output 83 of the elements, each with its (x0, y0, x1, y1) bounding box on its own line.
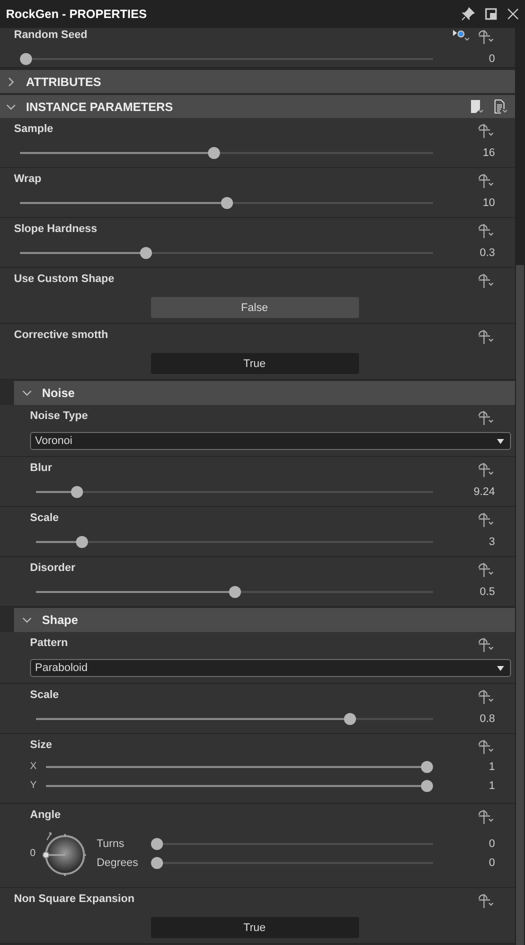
slider-handle[interactable] (344, 713, 356, 725)
pin-icon[interactable] (461, 7, 475, 21)
chevron-icon[interactable] (6, 102, 16, 112)
slider-handle[interactable] (421, 760, 433, 772)
value-label: 10 (482, 197, 495, 209)
close-icon[interactable] (507, 8, 519, 20)
toggle-button[interactable]: True (150, 353, 358, 374)
parameter-label: Size (30, 739, 52, 751)
axis-label: Y (30, 780, 38, 791)
value-label: 0.5 (478, 586, 495, 598)
parameter-label: Slope Hardness (14, 223, 98, 235)
group-header[interactable]: Noise (14, 381, 515, 405)
slider-handle[interactable] (70, 486, 83, 498)
slider-handle[interactable] (76, 536, 88, 548)
dropdown[interactable]: Paraboloid (30, 659, 511, 677)
dropdown-arrow-icon (497, 666, 504, 670)
value-label: 1 (488, 780, 495, 792)
scrollbar-thumb[interactable] (516, 265, 524, 945)
parameter-label: Sample (14, 123, 54, 135)
slider-handle[interactable] (20, 53, 32, 65)
window-title: RockGen - PROPERTIES (6, 7, 148, 21)
parameter-label: Random Seed (14, 29, 88, 41)
field-label: Degrees (96, 856, 140, 868)
parameter-label: Angle (30, 809, 61, 821)
parameter-label: Noise Type (30, 410, 88, 422)
value-label: 0.3 (478, 247, 495, 259)
value-label: 1 (488, 760, 495, 772)
parameter-label: Pattern (30, 637, 68, 649)
value-label: 0 (488, 838, 495, 850)
parameter-label: Corrective smotth (14, 329, 108, 341)
dropdown[interactable]: Voronoi (30, 432, 511, 450)
parameter-label: Non Square Expansion (14, 893, 134, 905)
dropdown-arrow-icon (497, 438, 504, 444)
curve-dropdown-icon[interactable] (477, 29, 495, 45)
curve-dropdown-icon[interactable] (477, 173, 495, 189)
parameter-label: Disorder (30, 562, 76, 574)
chevron-icon[interactable] (6, 76, 16, 86)
parameter-label: Blur (30, 462, 52, 474)
slider-handle[interactable] (150, 838, 163, 850)
curve-dropdown-icon[interactable] (477, 689, 495, 705)
parameter-label: Use Custom Shape (14, 273, 114, 285)
value-label: 0 (488, 856, 495, 868)
chevron-icon[interactable] (22, 615, 32, 625)
curve-dropdown-icon[interactable] (477, 273, 495, 289)
curve-dropdown-icon[interactable] (477, 123, 495, 139)
dial-value: 0 (30, 848, 36, 858)
scrollbar[interactable] (515, 28, 525, 945)
slider-handle[interactable] (140, 247, 152, 259)
slider-handle[interactable] (208, 147, 220, 159)
maximize-icon[interactable] (485, 8, 497, 20)
curve-dropdown-icon[interactable] (477, 410, 495, 426)
curve-dropdown-icon[interactable] (477, 637, 495, 653)
parameter-label: Scale (30, 512, 59, 524)
section-header[interactable]: INSTANCE PARAMETERS (0, 95, 515, 118)
axis-label: X (30, 761, 38, 772)
value-label: 0.8 (478, 713, 495, 725)
curve-dropdown-icon[interactable] (477, 562, 495, 578)
curve-dropdown-icon[interactable] (477, 893, 495, 909)
curve-dropdown-icon[interactable] (477, 809, 495, 825)
parameter-label: Scale (30, 689, 59, 701)
parameter-label: Wrap (14, 173, 42, 185)
curve-dropdown-icon[interactable] (477, 223, 495, 239)
slider-handle[interactable] (220, 197, 232, 209)
slider-handle[interactable] (150, 856, 163, 868)
target-dropdown-icon[interactable] (453, 29, 471, 43)
curve-dropdown-icon[interactable] (477, 512, 495, 528)
toggle-button[interactable]: True (150, 917, 358, 938)
value-label: 3 (488, 536, 495, 548)
curve-dropdown-icon[interactable] (477, 329, 495, 345)
chevron-icon[interactable] (22, 388, 32, 398)
toggle-button[interactable]: False (150, 297, 358, 318)
value-label: 16 (482, 147, 495, 159)
slider-handle[interactable] (228, 586, 240, 598)
list-document-icon[interactable] (493, 98, 509, 114)
field-label: Turns (96, 838, 126, 850)
curve-dropdown-icon[interactable] (477, 739, 495, 755)
group-header[interactable]: Shape (14, 608, 515, 632)
section-header[interactable]: ATTRIBUTES (0, 70, 515, 93)
document-icon[interactable] (469, 98, 485, 114)
slider-handle[interactable] (421, 780, 433, 792)
value-label: 9.24 (472, 486, 495, 498)
value-label: 0 (488, 53, 495, 65)
curve-dropdown-icon[interactable] (477, 462, 495, 478)
